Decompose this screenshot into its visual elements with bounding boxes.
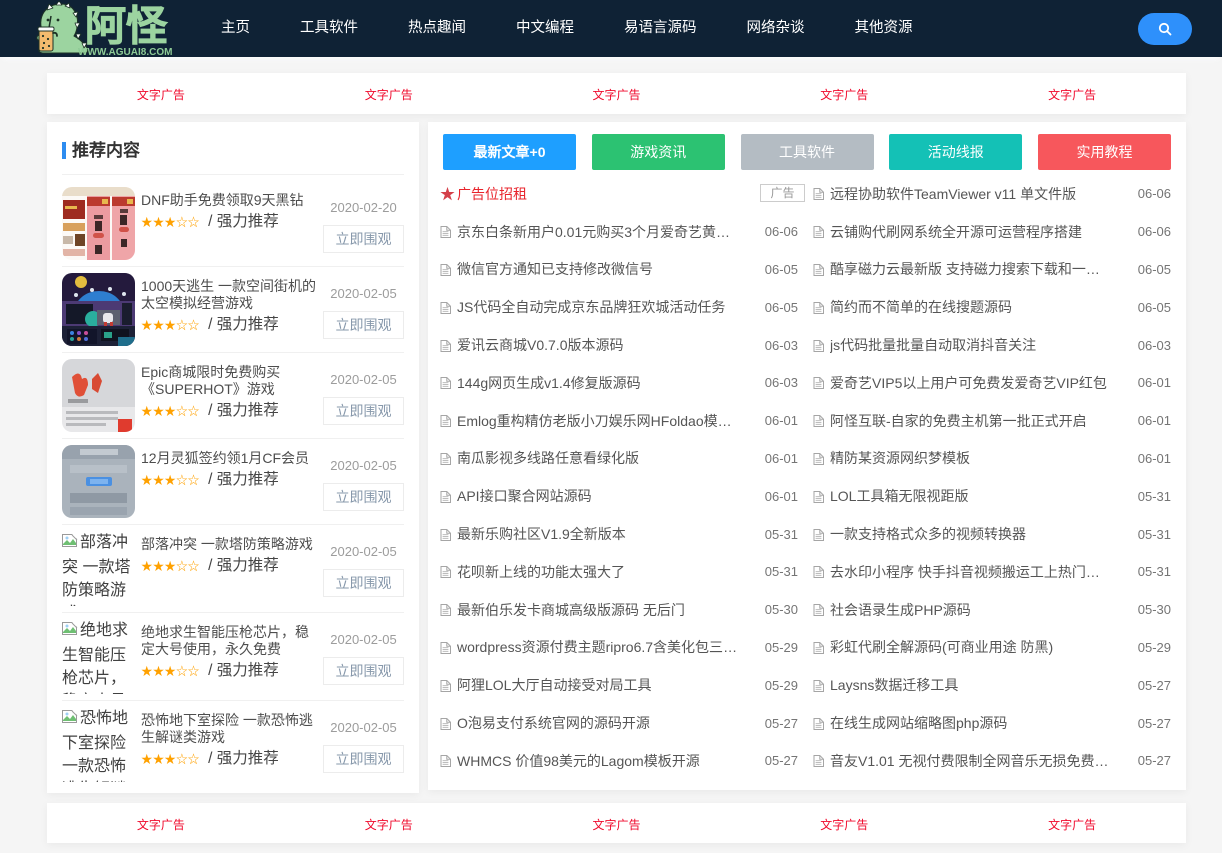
svg-text:WWW.AGUAI8.COM: WWW.AGUAI8.COM <box>78 47 172 56</box>
svg-text:阿怪: 阿怪 <box>85 3 168 49</box>
